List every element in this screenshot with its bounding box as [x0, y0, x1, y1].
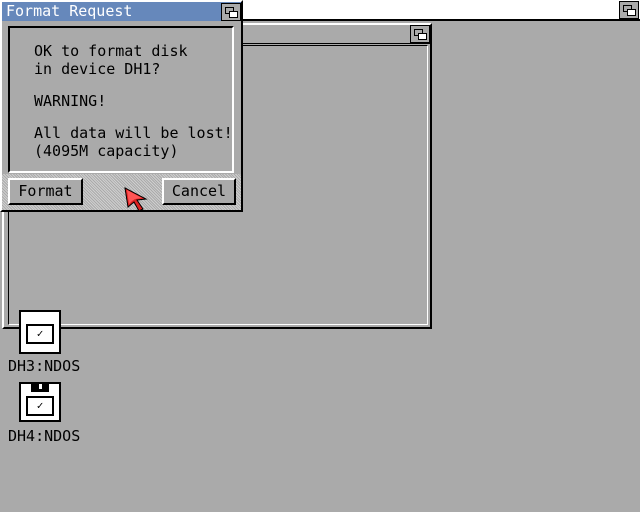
window-depth-gadget-icon[interactable] [410, 25, 430, 43]
message-line: OK to format disk [34, 42, 188, 60]
icon-caption-dh4[interactable]: DH4:NDOS [8, 427, 80, 445]
disk-icon[interactable]: ✓ [19, 382, 61, 422]
checkmark-icon: ✓ [26, 396, 54, 416]
format-button[interactable]: Format [8, 178, 83, 205]
message-line: All data will be lost! [34, 124, 233, 142]
dialog-message-box: OK to format disk in device DH1? WARNING… [8, 26, 234, 173]
capacity-text: (4095M capacity) [34, 142, 179, 160]
message-line: in device DH1? [34, 60, 161, 78]
disk-icon[interactable]: ✓ [19, 310, 61, 354]
icon-caption-dh3[interactable]: DH3:NDOS [8, 357, 80, 375]
cancel-button[interactable]: Cancel [162, 178, 236, 205]
dialog-titlebar[interactable]: Format Request [2, 2, 241, 21]
dialog-button-bar: Format Cancel [2, 174, 241, 210]
format-request-dialog[interactable]: Format Request OK to format disk in devi… [0, 0, 243, 212]
disk-shutter [31, 382, 49, 392]
screen-depth-gadget-icon[interactable] [619, 1, 639, 19]
warning-text: WARNING! [34, 92, 107, 110]
dialog-title: Format Request [6, 2, 133, 20]
mouse-pointer-icon [124, 187, 148, 212]
checkmark-icon: ✓ [26, 324, 54, 344]
dialog-depth-gadget-icon[interactable] [221, 3, 241, 21]
